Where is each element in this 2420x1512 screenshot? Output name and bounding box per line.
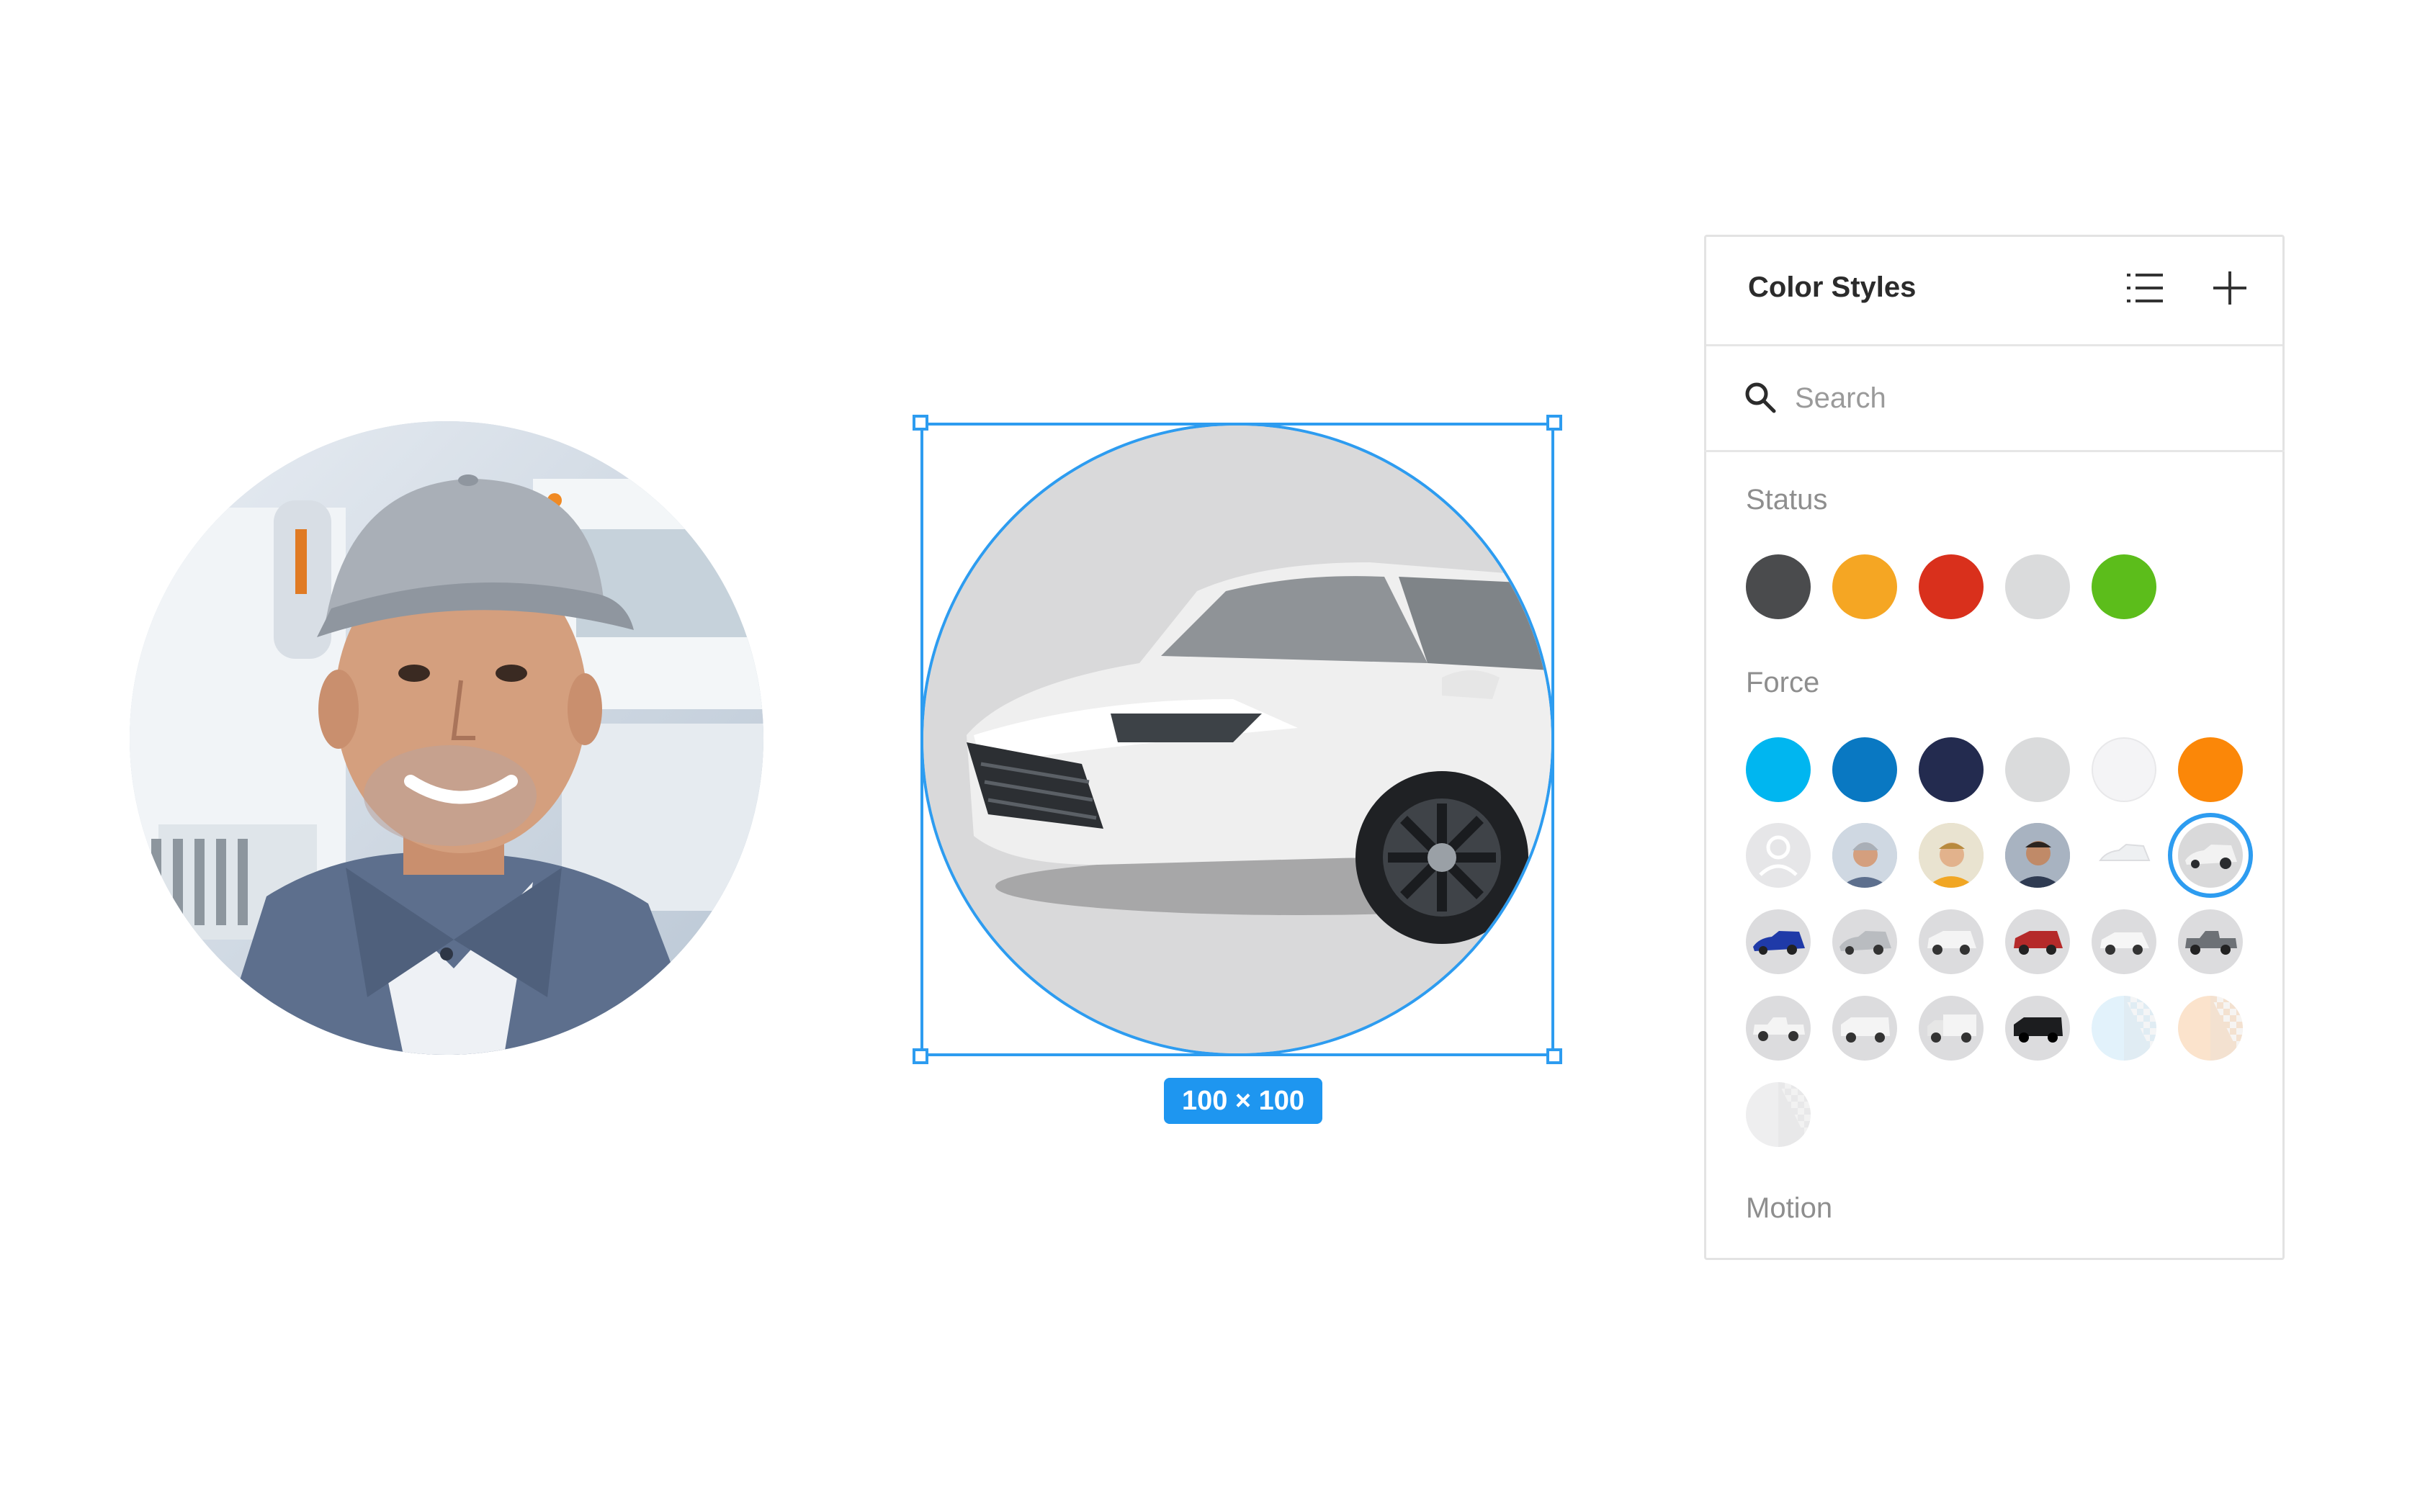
force-swatch-blue[interactable] (1832, 737, 1897, 802)
section-label-force: Force (1746, 667, 1820, 698)
resize-handle-bottom-right[interactable] (1546, 1048, 1562, 1064)
style-driver-photo-2[interactable] (1919, 823, 1984, 888)
transparency-checker (1778, 1082, 1811, 1147)
car-thumbnail (2185, 931, 2237, 955)
resize-handle-top-left[interactable] (913, 415, 928, 431)
transparency-checker (2124, 996, 2156, 1061)
style-car-silver-sedan[interactable] (1832, 909, 1897, 974)
force-swatch-cyan[interactable] (1746, 737, 1811, 802)
car-thumbnail (1927, 931, 1976, 955)
force-swatch-navy[interactable] (1919, 737, 1984, 802)
car-thumbnail (1841, 1017, 1890, 1043)
style-car-red-suv[interactable] (2005, 909, 2070, 974)
driver-thumbnail (2005, 823, 2070, 888)
style-car-white-van[interactable] (1832, 996, 1897, 1061)
status-swatch-dark-gray[interactable] (1746, 554, 1811, 619)
style-car-white-pickup[interactable] (1746, 996, 1811, 1061)
driver-thumbnail (1919, 823, 1984, 888)
style-car-blue-sedan[interactable] (1746, 909, 1811, 974)
style-car-black-van[interactable] (2005, 996, 2070, 1061)
panel-title: Color Styles (1748, 271, 1917, 303)
list-view-button[interactable] (2118, 261, 2172, 315)
section-label-status: Status (1746, 484, 1828, 516)
force-swatch-orange[interactable] (2178, 737, 2243, 802)
car-thumbnail (2100, 932, 2149, 955)
status-swatch-orange[interactable] (1832, 554, 1897, 619)
style-car-white-box-truck[interactable] (1919, 996, 1984, 1061)
car-thumbnail (1839, 931, 1891, 955)
transparency-checker (2210, 996, 2243, 1061)
status-swatch-light-gray[interactable] (2005, 554, 2070, 619)
car-photo (923, 426, 1551, 1053)
resize-handle-bottom-left[interactable] (913, 1048, 928, 1064)
driver-thumbnail (1832, 823, 1897, 888)
selection-size-badge: 100 × 100 (1164, 1078, 1322, 1124)
style-person-placeholder[interactable] (1746, 823, 1811, 888)
car-avatar-image[interactable] (923, 426, 1551, 1053)
car-thumbnail (1927, 1014, 1976, 1043)
style-transparent-light-blue[interactable] (2092, 996, 2156, 1061)
resize-handle-top-right[interactable] (1546, 415, 1562, 431)
selected-style-ring (2168, 813, 2253, 898)
style-car-gray-pickup[interactable] (2178, 909, 2243, 974)
car-thumbnail (2099, 843, 2151, 861)
style-car-silhouette-white[interactable] (2092, 823, 2156, 888)
plus-icon (2213, 271, 2246, 305)
status-swatch-green[interactable] (2092, 554, 2156, 619)
car-thumbnail (1753, 1017, 1805, 1041)
style-transparent-gray[interactable] (1746, 1082, 1811, 1147)
car-thumbnail (2014, 1017, 2063, 1043)
section-label-motion: Motion (1746, 1192, 1833, 1224)
person-placeholder-icon (1759, 835, 1798, 876)
style-driver-photo-3[interactable] (2005, 823, 2070, 888)
car-thumbnail (1753, 931, 1805, 955)
list-view-icon (2127, 274, 2163, 302)
force-swatch-off-white[interactable] (2092, 737, 2156, 802)
style-driver-photo-1[interactable] (1832, 823, 1897, 888)
style-car-white-suv[interactable] (1919, 909, 1984, 974)
force-swatch-light-gray[interactable] (2005, 737, 2070, 802)
status-swatch-red[interactable] (1919, 554, 1984, 619)
style-car-white-crossover[interactable] (2092, 909, 2156, 974)
search-input[interactable] (1793, 376, 2228, 420)
add-style-button[interactable] (2202, 261, 2257, 315)
panel-header: Color Styles (1706, 237, 2282, 346)
list-view-button[interactable] (2363, 264, 2418, 319)
driver-avatar-image[interactable] (130, 421, 763, 1055)
driver-photo (130, 421, 763, 1055)
style-transparent-peach[interactable] (2178, 996, 2243, 1061)
search-row (1704, 344, 2285, 452)
car-thumbnail (2014, 931, 2063, 955)
search-icon (1745, 382, 1776, 413)
